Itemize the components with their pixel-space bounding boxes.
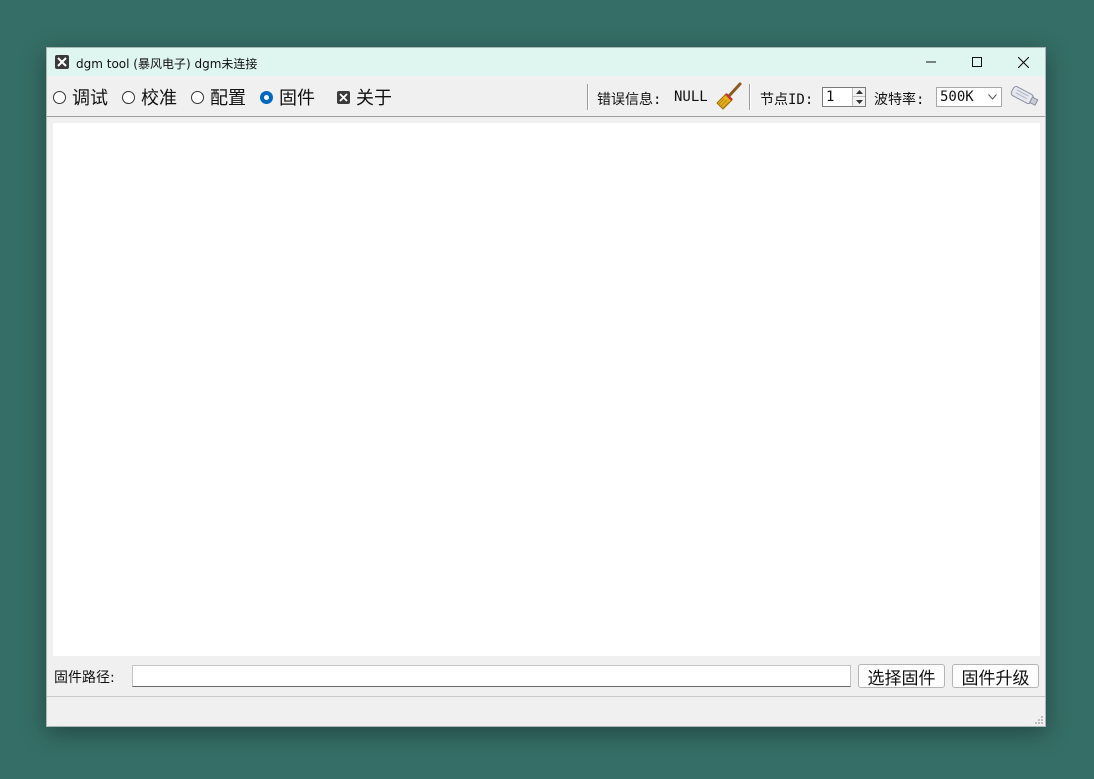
radio-button[interactable] <box>191 90 204 104</box>
node-id-label: 节点ID: <box>760 92 814 108</box>
upgrade-firmware-button[interactable]: 固件升级 <box>952 664 1039 689</box>
select-firmware-button[interactable]: 选择固件 <box>858 664 945 689</box>
baud-rate-value: 500K <box>940 89 974 105</box>
spin-buttons <box>852 88 865 106</box>
firmware-output-area[interactable] <box>53 123 1040 656</box>
spin-down-button[interactable] <box>853 97 865 106</box>
caret-down-icon <box>855 99 863 104</box>
radio-button[interactable] <box>53 90 66 104</box>
toolbar-separator <box>587 84 589 110</box>
baud-label: 波特率: <box>874 92 925 108</box>
resize-grip-icon[interactable] <box>1034 715 1044 725</box>
wrench-icon <box>337 90 350 104</box>
app-window: dgm tool (暴风电子) dgm未连接 调试 校准 配置 固件 关于 错误… <box>46 47 1046 727</box>
node-id-value[interactable]: 1 <box>826 89 834 105</box>
toolbar-separator <box>749 84 751 110</box>
chevron-down-icon <box>988 94 997 100</box>
minimize-icon <box>926 61 936 63</box>
firmware-path-label: 固件路径: <box>54 670 115 686</box>
usb-adapter-icon[interactable] <box>1009 84 1039 108</box>
toolbar: 调试 校准 配置 固件 关于 错误信息: NULL 节点ID: 1 波特率: 5… <box>47 76 1045 117</box>
minimize-button[interactable] <box>908 48 954 76</box>
error-label: 错误信息: <box>597 92 662 108</box>
close-icon <box>1017 56 1029 68</box>
tab-about[interactable]: 关于 <box>337 87 392 109</box>
maximize-icon <box>972 57 982 67</box>
status-bar <box>47 696 1045 726</box>
tab-label: 校准 <box>141 88 177 109</box>
broom-icon[interactable] <box>715 82 743 110</box>
window-title: dgm tool (暴风电子) dgm未连接 <box>76 57 258 71</box>
tab-config[interactable]: 配置 <box>191 87 246 109</box>
tab-label: 调试 <box>72 88 108 109</box>
tab-label: 配置 <box>210 88 246 109</box>
baud-rate-select[interactable]: 500K <box>936 87 1002 107</box>
tab-label: 固件 <box>279 88 315 109</box>
tab-calibrate[interactable]: 校准 <box>122 87 177 109</box>
caret-up-icon <box>855 90 863 94</box>
radio-button-selected[interactable] <box>260 90 273 104</box>
error-value: NULL <box>674 89 708 105</box>
close-button[interactable] <box>1000 48 1046 76</box>
tab-debug[interactable]: 调试 <box>53 87 108 109</box>
tab-firmware[interactable]: 固件 <box>260 87 315 109</box>
title-bar[interactable]: dgm tool (暴风电子) dgm未连接 <box>47 48 1045 76</box>
spin-up-button[interactable] <box>853 88 865 97</box>
tab-label: 关于 <box>356 88 392 109</box>
radio-button[interactable] <box>122 90 135 104</box>
maximize-button[interactable] <box>954 48 1000 76</box>
node-id-spinbox[interactable]: 1 <box>822 87 866 107</box>
firmware-path-input[interactable] <box>132 665 851 687</box>
wrench-icon <box>55 55 69 69</box>
